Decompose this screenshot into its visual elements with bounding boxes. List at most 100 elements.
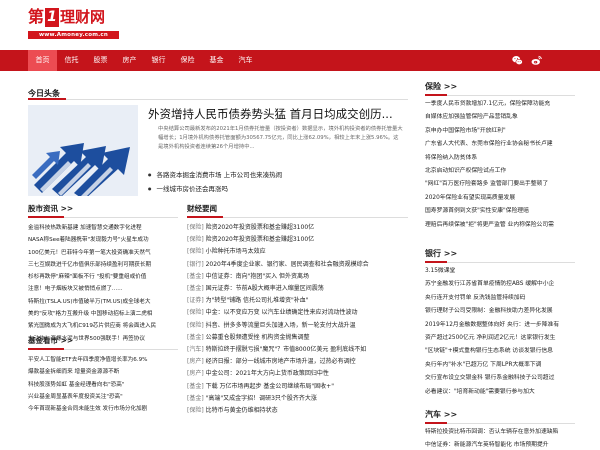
- news-link[interactable]: 国元证券：节前A股大概率进入缩量区间震荡: [204, 285, 324, 292]
- list-item[interactable]: 资产超过2500亿元 净利润近2亿元！这家银行发生: [425, 332, 575, 345]
- news-link[interactable]: 险资2020年投资股票和基金赚超3100亿: [204, 224, 315, 231]
- news-link[interactable]: "高端"又成金字招！调研3只个股齐齐大涨: [204, 395, 317, 402]
- list-item[interactable]: "区块链"+模式重构银行生态系统 访谈发银行信息: [425, 345, 575, 358]
- category-tag[interactable]: [房产]: [187, 370, 204, 377]
- category-tag[interactable]: [基金]: [187, 273, 204, 280]
- list-item[interactable]: 2019年12月金融数据整体向好 央行：进一步降准有: [425, 319, 575, 332]
- bank-title[interactable]: 银行 >>: [425, 249, 457, 258]
- table-row[interactable]: [房产] 经济日报：部分一线城市房地产市场升温，过热必有调控: [187, 356, 408, 368]
- list-item[interactable]: 杉杉再跌停"麻辣"面板不行 "投机"要重组或价值: [28, 271, 178, 283]
- list-item[interactable]: 紫光国微成为大飞机C919芯片供应商 将会面进入民: [28, 320, 178, 332]
- list-item[interactable]: 广东省人大代表、东莞市保险行业协会秘书长卢建: [425, 138, 575, 151]
- category-tag[interactable]: [银行]: [187, 261, 204, 268]
- table-row[interactable]: [保险] 抖音、拼多多等流量巨头加速入场，新一轮支付大战升温: [187, 320, 408, 332]
- nav-item-property[interactable]: 房产: [115, 50, 144, 71]
- category-tag[interactable]: [保险]: [187, 224, 204, 231]
- category-tag[interactable]: [基金]: [187, 395, 204, 402]
- list-item[interactable]: 北京启动知识产权保险试点工作: [425, 165, 575, 178]
- list-item[interactable]: 特斯拉投资比特币回调：否认车辆存在意外加速缺陷: [425, 426, 575, 439]
- news-link[interactable]: 小险种托市场马太效应: [204, 248, 266, 255]
- category-tag[interactable]: [保险]: [187, 236, 204, 243]
- site-logo[interactable]: 第 1 理财网 www.Amoney.com.cn: [28, 6, 119, 39]
- list-item[interactable]: 2020年保险业有望实现高质量发展: [425, 192, 575, 205]
- table-row[interactable]: [保险] 比特币与黄金仍维相持状态: [187, 405, 408, 417]
- wechat-icon[interactable]: [512, 55, 523, 66]
- news-link[interactable]: 中金公司：2021年大方向上货币政策回归中性: [204, 370, 329, 377]
- category-tag[interactable]: [保险]: [187, 322, 204, 329]
- table-row[interactable]: [证券] 为"转型"铺路 信托公司扎堆增资"补血": [187, 295, 408, 307]
- list-item[interactable]: 交行宣布设立交银金科 银行系金融科技子公司超过: [425, 372, 575, 385]
- table-row[interactable]: [房产] 中金公司：2021年大方向上货币政策回归中性: [187, 368, 408, 380]
- nav-item-trust[interactable]: 信托: [57, 50, 86, 71]
- table-row[interactable]: [基金] "高端"又成金字招！调研3只个股齐齐大涨: [187, 393, 408, 405]
- list-item[interactable]: 苏宁金融发行江苏省首单疫情防控ABS 缓解中小企: [425, 278, 575, 291]
- news-link[interactable]: 特斯拉终于摆脱亏损"魔咒"？市值8000亿美元 盈利底线不如: [204, 346, 367, 353]
- category-tag[interactable]: [保险]: [187, 309, 204, 316]
- list-item[interactable]: 三七互娱跌进千亿市值俱乐部持续盈利可期获长期: [28, 259, 178, 271]
- news-link[interactable]: 公募重仓股频遭受挫 机构资金抛售调整: [204, 334, 310, 341]
- table-row[interactable]: [基金] 下载 万亿市场再起步 基金公司继续布局"固收+": [187, 381, 408, 393]
- table-row[interactable]: [基金] 中信证券：南向"抱团"买入 但外资离场: [187, 271, 408, 283]
- nav-item-auto[interactable]: 汽车: [231, 50, 260, 71]
- category-tag[interactable]: [房产]: [187, 358, 204, 365]
- news-link[interactable]: 抖音、拼多多等流量巨头加速入场，新一轮支付大战升温: [204, 322, 356, 329]
- list-item[interactable]: 100亿美元！巴菲特今年第一笔大投资确准天然气: [28, 247, 178, 259]
- table-row[interactable]: [保险] 险资2020年投资股票和基金赚超3100亿: [187, 222, 408, 234]
- category-tag[interactable]: [基金]: [187, 285, 204, 292]
- list-item[interactable]: 央行连开支付罚单 反洗钱监管持续加码: [425, 292, 575, 305]
- list-item[interactable]: 爆款基金拆细而来 增量资金源源不断: [28, 366, 178, 378]
- news-link[interactable]: 险资2020年投资股票和基金赚超3100亿: [204, 236, 315, 243]
- news-link[interactable]: 为"转型"铺路 信托公司扎堆增资"补血": [204, 297, 309, 304]
- table-row[interactable]: [保险] 小险种托市场马太效应: [187, 246, 408, 258]
- list-item[interactable]: 特斯拉(TSLA.US)市值破半万(TM.US)成全球老大: [28, 296, 178, 308]
- list-item[interactable]: 一季度人民币贷款增加7.1亿元，保险保障功能充: [425, 98, 575, 111]
- table-row[interactable]: [银行] 2020年4季度企业家、银行家、居民调查和社会融资规模综合: [187, 259, 408, 271]
- nav-item-stocks[interactable]: 股票: [86, 50, 115, 71]
- news-link[interactable]: 下载 万亿市场再起步 基金公司继续布局"固收+": [204, 383, 334, 390]
- table-row[interactable]: [基金] 国元证券：节前A股大概率进入缩量区间震荡: [187, 283, 408, 295]
- today-bullet[interactable]: 一线城市房价还会再涨吗: [148, 182, 408, 196]
- today-bullet[interactable]: 各路资本掘金消费市场 上市公司也来凑热闹: [148, 168, 408, 182]
- news-link[interactable]: 中信证券：南向"抱团"买入 但外资离场: [204, 273, 309, 280]
- news-link[interactable]: 比特币与黄金仍维相持状态: [204, 407, 278, 414]
- list-item[interactable]: 自媒体应加强监管保险产品营销乱象: [425, 111, 575, 124]
- nav-item-fund[interactable]: 基金: [202, 50, 231, 71]
- list-item[interactable]: 必看建议："培育新动能"需要银行参与加大: [425, 386, 575, 399]
- list-item[interactable]: 理赔后再续保被"拒"将更严监管 业内称保险公司需: [425, 219, 575, 232]
- list-item[interactable]: 今年首现新基金合同未能生效 发行市场分化加剧: [28, 403, 178, 415]
- list-item[interactable]: 注意！电子烟板块又被悄悄点燃了......: [28, 283, 178, 295]
- list-item[interactable]: "网红"百万医疗险套路多 监管部门要出手整顿了: [425, 178, 575, 191]
- hero-arrows-image[interactable]: [28, 105, 138, 196]
- category-tag[interactable]: [基金]: [187, 383, 204, 390]
- list-item[interactable]: 中信证券：新能源汽车英特智能化 市场预期提升: [425, 439, 575, 450]
- table-row[interactable]: [保险] 险资2020年投资股票和基金赚超3100亿: [187, 234, 408, 246]
- category-tag[interactable]: [保险]: [187, 248, 204, 255]
- category-tag[interactable]: [基金]: [187, 334, 204, 341]
- list-item[interactable]: 兴业基金周显基表年度投资关注"恐高": [28, 391, 178, 403]
- list-item[interactable]: 将保险纳入防贫体系: [425, 152, 575, 165]
- list-item[interactable]: 美的"反攻"格力互搬升级 中国移动招标上演二虎相: [28, 308, 178, 320]
- nav-item-insurance[interactable]: 保险: [173, 50, 202, 71]
- stock-news-title[interactable]: 股市资讯 >>: [28, 204, 73, 213]
- table-row[interactable]: [保险] 中金：以不变应万变 以汽车业绩确定性来应对流动性波动: [187, 307, 408, 319]
- nav-item-bank[interactable]: 银行: [144, 50, 173, 71]
- insurance-title[interactable]: 保险 >>: [425, 82, 457, 91]
- news-link[interactable]: 2020年4季度企业家、银行家、居民调查和社会融资规模综合: [204, 261, 369, 268]
- list-item[interactable]: 平安人工智能ETF去年四季度净值增长率为6.9%: [28, 354, 178, 366]
- news-link[interactable]: 经济日报：部分一线城市房地产市场升温，过热必有调控: [204, 358, 356, 365]
- today-headline[interactable]: 外资增持人民币债券势头猛 首月日均成交创历...: [148, 106, 408, 122]
- list-item[interactable]: 3.15微课堂: [425, 265, 575, 278]
- list-item[interactable]: 央行年内"补水"已超万亿 下周LPR大概率下调: [425, 359, 575, 372]
- nav-item-home[interactable]: 首页: [28, 50, 57, 71]
- category-tag[interactable]: [汽车]: [187, 346, 204, 353]
- list-item[interactable]: 科技股涨势如虹 基金经理看向右"恐高": [28, 379, 178, 391]
- table-row[interactable]: [基金] 公募重仓股频遭受挫 机构资金抛售调整: [187, 332, 408, 344]
- list-item[interactable]: 国寿罗源首例到文获"实性安康"保险理赔: [425, 205, 575, 218]
- category-tag[interactable]: [保险]: [187, 407, 204, 414]
- list-item[interactable]: 京申办中国保险市场"开放红利": [425, 125, 575, 138]
- table-row[interactable]: [汽车] 特斯拉终于摆脱亏损"魔咒"？市值8000亿美元 盈利底线不如: [187, 344, 408, 356]
- list-item[interactable]: 金溢科技热跌新基建 加速智慧交通数字化进程: [28, 222, 178, 234]
- list-item[interactable]: NASA称See着陆器携带"发现毅力号"火星车成功: [28, 234, 178, 246]
- category-tag[interactable]: [证券]: [187, 297, 204, 304]
- weibo-icon[interactable]: [531, 55, 542, 66]
